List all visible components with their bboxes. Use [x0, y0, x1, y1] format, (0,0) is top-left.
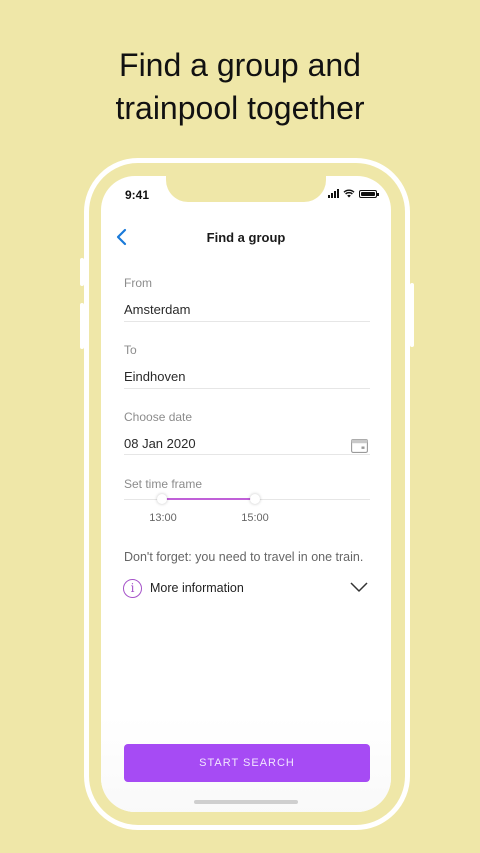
- date-label: Choose date: [124, 410, 193, 424]
- slider-thumb-end[interactable]: [250, 494, 260, 504]
- time-frame-label: Set time frame: [124, 477, 203, 491]
- phone-screen: 9:41 Find a group From Amsterdam To Eind…: [101, 176, 391, 812]
- slider-thumb-start[interactable]: [157, 494, 167, 504]
- to-label: To: [124, 343, 137, 357]
- date-divider: [124, 454, 370, 455]
- start-search-button[interactable]: START SEARCH: [124, 744, 370, 782]
- status-time: 9:41: [125, 188, 150, 202]
- page-title: Find a group: [206, 230, 286, 245]
- headline-line-1: Find a group and: [119, 47, 361, 83]
- signal-icon: [328, 189, 339, 198]
- to-value[interactable]: Eindhoven: [124, 369, 370, 384]
- slider-fill: [162, 498, 255, 500]
- info-icon: i: [123, 578, 142, 598]
- battery-icon: [359, 190, 379, 198]
- date-field[interactable]: Choose date 08 Jan 2020: [124, 410, 370, 455]
- more-information-label: More information: [150, 581, 244, 595]
- to-field[interactable]: To Eindhoven: [124, 343, 370, 389]
- from-divider: [124, 321, 370, 322]
- from-value[interactable]: Amsterdam: [124, 302, 370, 317]
- to-divider: [124, 388, 370, 389]
- home-indicator[interactable]: [194, 800, 298, 804]
- headline: Find a group and trainpool together: [0, 44, 480, 130]
- from-field[interactable]: From Amsterdam: [124, 276, 370, 322]
- more-information-toggle[interactable]: i More information: [123, 576, 369, 600]
- wifi-icon: [343, 189, 355, 198]
- start-time-label: 13:00: [149, 512, 177, 524]
- end-time-label: 15:00: [241, 512, 269, 524]
- status-icons: [328, 189, 379, 198]
- date-value[interactable]: 08 Jan 2020: [124, 436, 370, 451]
- headline-line-2: trainpool together: [115, 90, 365, 126]
- from-label: From: [124, 276, 152, 290]
- notch: [166, 176, 326, 202]
- time-frame-field: Set time frame: [124, 477, 370, 491]
- calendar-icon[interactable]: [351, 438, 368, 453]
- chevron-down-icon[interactable]: [349, 580, 369, 594]
- travel-note: Don't forget: you need to travel in one …: [124, 550, 364, 564]
